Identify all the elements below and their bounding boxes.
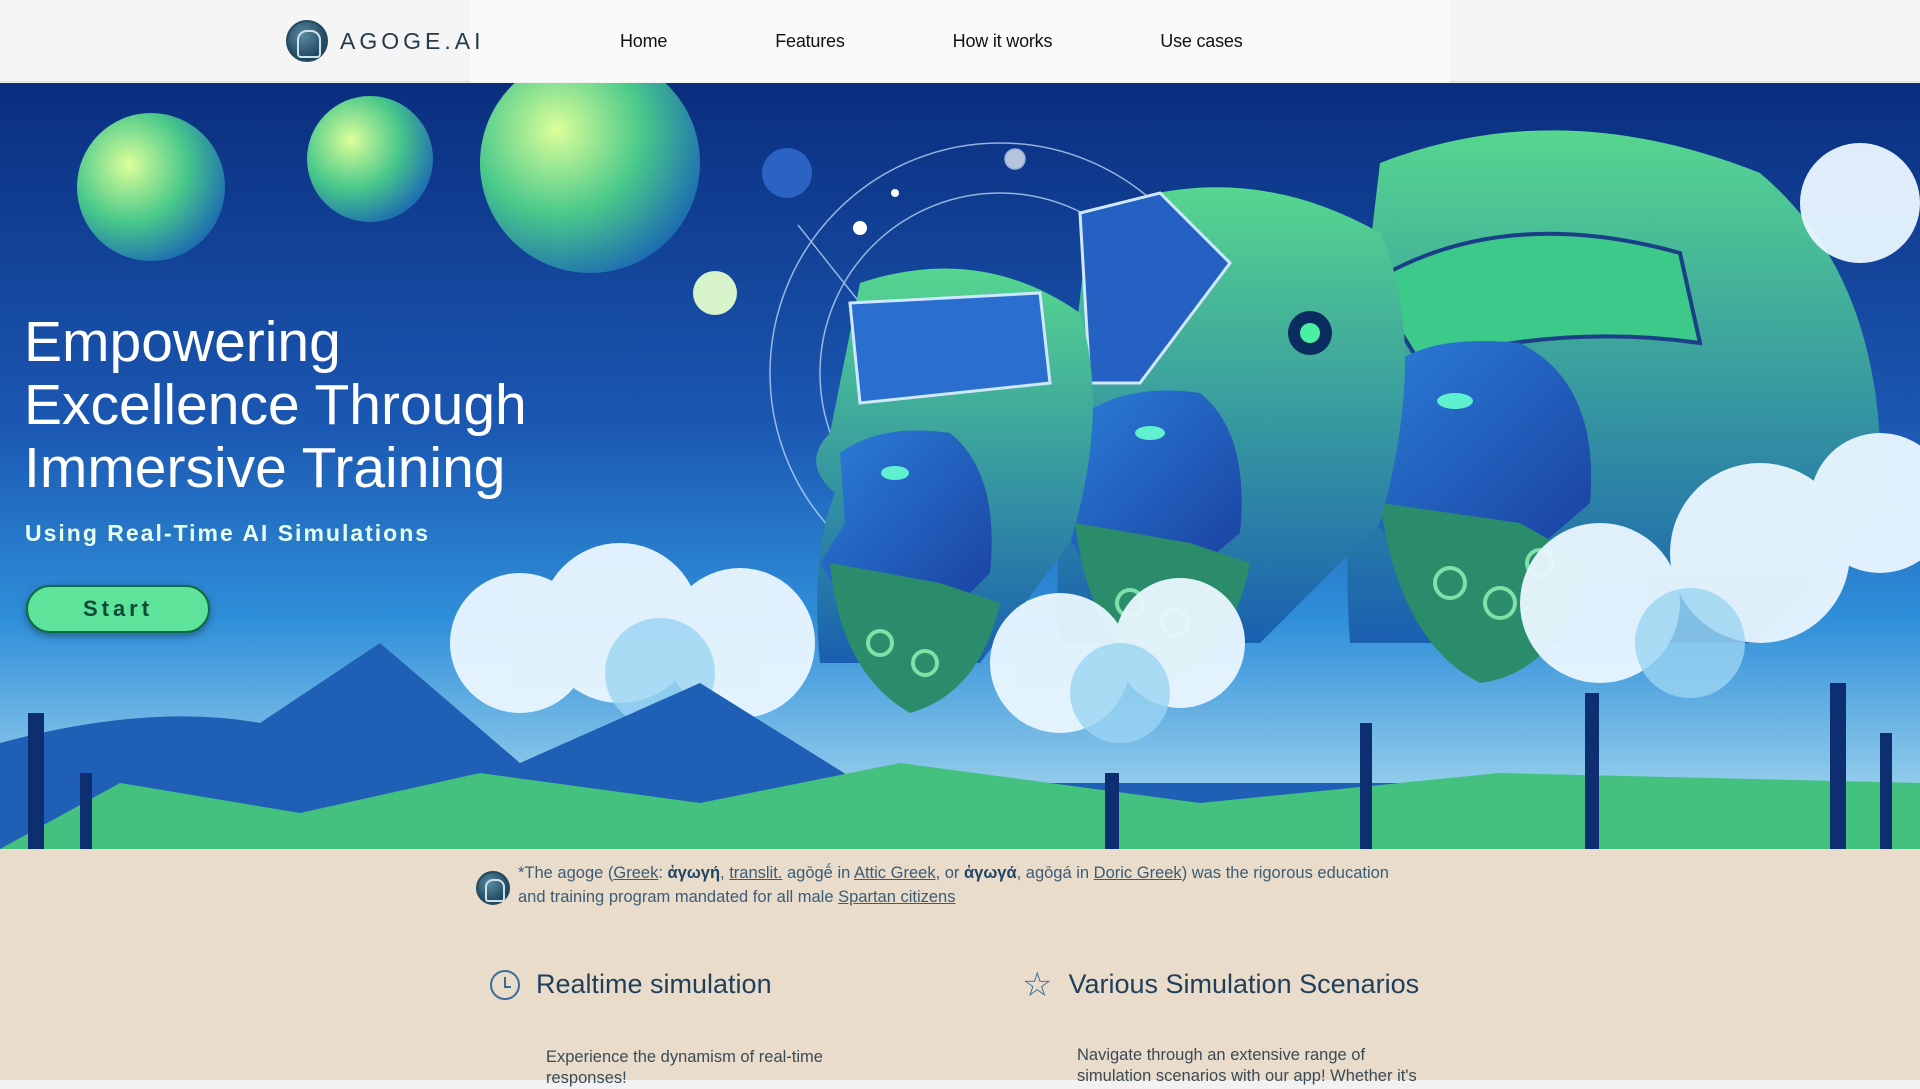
planet (307, 96, 433, 222)
feature-description: Experience the dynamism of real-time res… (546, 1048, 823, 1087)
planet (693, 271, 737, 315)
hero-subtitle: Using Real-Time AI Simulations (25, 520, 431, 546)
greek-word: ἀγωγή (667, 864, 721, 882)
hero-title-line: Immersive Training (24, 436, 506, 500)
hero-title-line: Excellence Through (24, 373, 527, 437)
spartan-citizens-link[interactable]: Spartan citizens (838, 888, 955, 906)
hero-title-line: Empowering (24, 310, 341, 374)
clock-icon (490, 969, 520, 1000)
doric-greek-link[interactable]: Doric Greek (1094, 864, 1182, 882)
planet (77, 113, 225, 261)
translit-link[interactable]: translit. (729, 864, 782, 882)
star-icon: ☆ (1022, 965, 1053, 1004)
footnote-text: *The agoge (Greek: ἀγωγή, translit. agōg… (518, 864, 1389, 906)
feature-realtime: Realtime simulation (490, 969, 772, 1000)
feature-title: Realtime simulation (536, 969, 772, 999)
top-navigation-bar: AGOGE.AI Home Features How it works Use … (0, 0, 1920, 82)
agoge-footnote: *The agoge (Greek: ἀγωγή, translit. agōg… (476, 861, 1416, 909)
hero-section: Empowering Excellence Through Immersive … (0, 83, 1920, 849)
helmet-logo-icon (476, 871, 510, 905)
feature-scenarios: ☆ Various Simulation Scenarios (1022, 965, 1420, 1004)
hero-title: Empowering Excellence Through Immersive … (24, 311, 624, 500)
planet (762, 148, 812, 198)
start-button[interactable]: Start (26, 585, 210, 633)
nav-features-link[interactable]: Features (775, 31, 845, 52)
greek-link[interactable]: Greek (613, 864, 658, 882)
logo-text: AGOGE.AI (340, 27, 485, 54)
about-section: *The agoge (Greek: ἀγωγή, translit. agōg… (0, 849, 1920, 1087)
feature-title: Various Simulation Scenarios (1068, 969, 1420, 999)
logo-link[interactable]: AGOGE.AI (286, 20, 484, 62)
attic-greek-link[interactable]: Attic Greek (854, 864, 936, 882)
helmet-logo-icon (286, 20, 328, 62)
feature-description: Navigate through an extensive range of s… (1077, 1046, 1417, 1085)
planet (480, 83, 700, 273)
main-nav: Home Features How it works Use cases (620, 0, 1351, 82)
greek-word: ἀγωγά (964, 864, 1017, 882)
nav-home-link[interactable]: Home (620, 31, 667, 52)
nav-how-it-works-link[interactable]: How it works (953, 31, 1053, 52)
nav-use-cases-link[interactable]: Use cases (1160, 31, 1242, 52)
